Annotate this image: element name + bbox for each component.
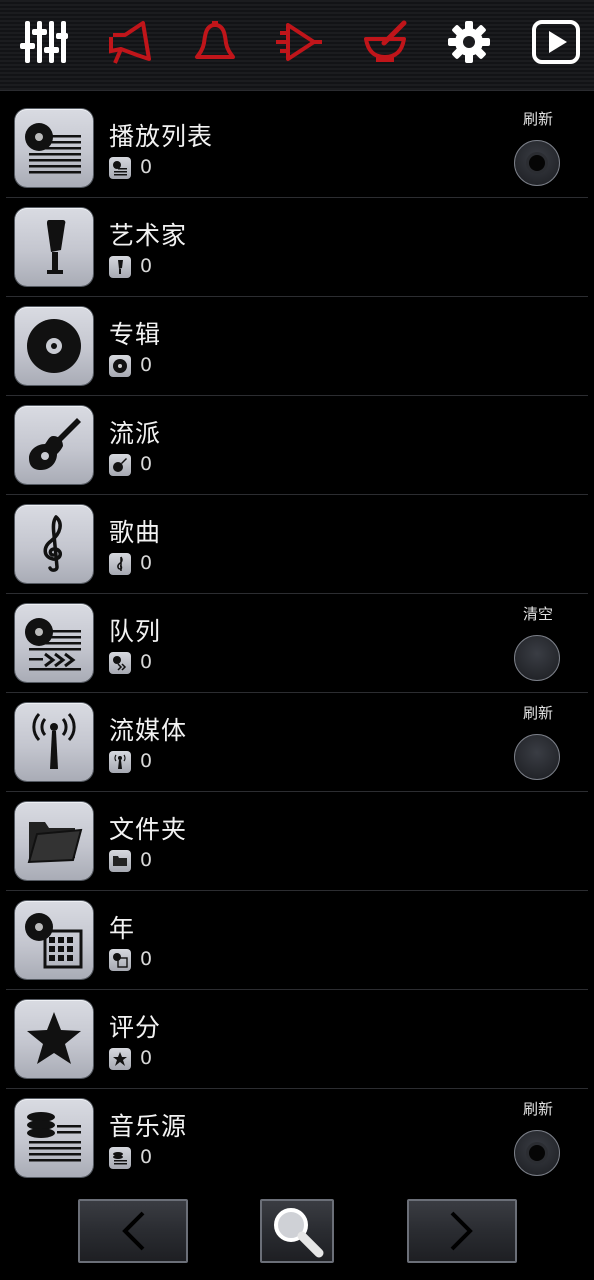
list-item-year[interactable]: 年 0 xyxy=(6,891,588,990)
item-count: 0 xyxy=(140,651,153,673)
list-item-title: 评分 xyxy=(109,1013,162,1042)
mortar-icon[interactable] xyxy=(358,15,412,69)
refresh-label: 刷新 xyxy=(522,704,553,722)
playlist-icon xyxy=(15,109,93,187)
list-item-title: 年 xyxy=(109,914,136,943)
equalizer-icon[interactable] xyxy=(17,15,71,69)
item-count: 0 xyxy=(140,1146,153,1168)
star-mini-icon xyxy=(109,1048,131,1070)
back-button[interactable] xyxy=(78,1199,188,1263)
calendar-mini-icon xyxy=(109,949,131,971)
library-list: 播放列表 0 刷新 艺术家 0 专辑 0 流派 0 歌曲 0 队列 0 清空 流… xyxy=(6,99,588,1187)
refresh-button[interactable] xyxy=(514,734,560,780)
refresh-label: 刷新 xyxy=(522,1100,553,1118)
list-item-title: 流媒体 xyxy=(109,716,188,745)
item-count: 0 xyxy=(140,255,153,277)
antenna-mini-icon xyxy=(109,751,131,773)
refresh-button[interactable] xyxy=(514,140,560,186)
list-item-folders[interactable]: 文件夹 0 xyxy=(6,792,588,891)
item-count: 0 xyxy=(140,156,153,178)
item-count: 0 xyxy=(140,354,153,376)
item-count: 0 xyxy=(140,552,153,574)
list-item-artist[interactable]: 艺术家 0 xyxy=(6,198,588,297)
calendar-icon xyxy=(15,901,93,979)
microphone-icon xyxy=(15,208,93,286)
list-item-streaming[interactable]: 流媒体 0 刷新 xyxy=(6,693,588,792)
item-count: 0 xyxy=(140,453,153,475)
forward-button[interactable] xyxy=(407,1199,517,1263)
top-toolbar xyxy=(0,0,594,91)
folder-mini-icon xyxy=(109,850,131,872)
star-icon xyxy=(15,1000,93,1078)
refresh-label: 刷新 xyxy=(522,110,553,128)
refresh-button[interactable] xyxy=(514,1130,560,1176)
list-item-playlist[interactable]: 播放列表 0 刷新 xyxy=(6,99,588,198)
playlist-mini-icon xyxy=(109,157,131,179)
disc-mini-icon xyxy=(109,355,131,377)
speaker-icon[interactable] xyxy=(103,15,157,69)
music-source-mini-icon xyxy=(109,1147,131,1169)
item-count: 0 xyxy=(140,1047,153,1069)
list-item-songs[interactable]: 歌曲 0 xyxy=(6,495,588,594)
list-item-title: 播放列表 xyxy=(109,122,214,151)
antenna-icon xyxy=(15,703,93,781)
list-item-title: 流派 xyxy=(109,419,162,448)
list-item-music-source[interactable]: 音乐源 0 刷新 xyxy=(6,1089,588,1187)
forward-icon xyxy=(450,1211,473,1251)
item-count: 0 xyxy=(140,948,153,970)
indicator-dot xyxy=(529,1145,545,1161)
clear-button[interactable] xyxy=(514,635,560,681)
amplifier-icon[interactable] xyxy=(272,15,326,69)
list-item-album[interactable]: 专辑 0 xyxy=(6,297,588,396)
bell-icon[interactable] xyxy=(188,15,242,69)
list-item-title: 歌曲 xyxy=(109,518,162,547)
search-button[interactable] xyxy=(260,1199,334,1263)
list-item-genre[interactable]: 流派 0 xyxy=(6,396,588,495)
clear-label: 清空 xyxy=(522,605,553,623)
queue-icon xyxy=(15,604,93,682)
treble-clef-icon xyxy=(15,505,93,583)
microphone-mini-icon xyxy=(109,256,131,278)
music-source-icon xyxy=(15,1099,93,1177)
queue-mini-icon xyxy=(109,652,131,674)
list-item-rating[interactable]: 评分 0 xyxy=(6,990,588,1089)
search-icon xyxy=(274,1208,324,1258)
list-item-title: 音乐源 xyxy=(109,1112,188,1141)
item-count: 0 xyxy=(140,750,153,772)
play-icon[interactable] xyxy=(529,15,583,69)
list-item-queue[interactable]: 队列 0 清空 xyxy=(6,594,588,693)
guitar-mini-icon xyxy=(109,454,131,476)
list-item-title: 专辑 xyxy=(109,320,162,349)
disc-icon xyxy=(15,307,93,385)
list-item-title: 文件夹 xyxy=(109,815,188,844)
item-count: 0 xyxy=(140,849,153,871)
gear-icon[interactable] xyxy=(442,15,496,69)
guitar-icon xyxy=(15,406,93,484)
list-item-title: 艺术家 xyxy=(109,221,188,250)
list-item-title: 队列 xyxy=(109,617,162,646)
back-icon xyxy=(122,1211,145,1251)
treble-clef-mini-icon xyxy=(109,553,131,575)
folder-icon xyxy=(15,802,93,880)
indicator-dot xyxy=(529,155,545,171)
